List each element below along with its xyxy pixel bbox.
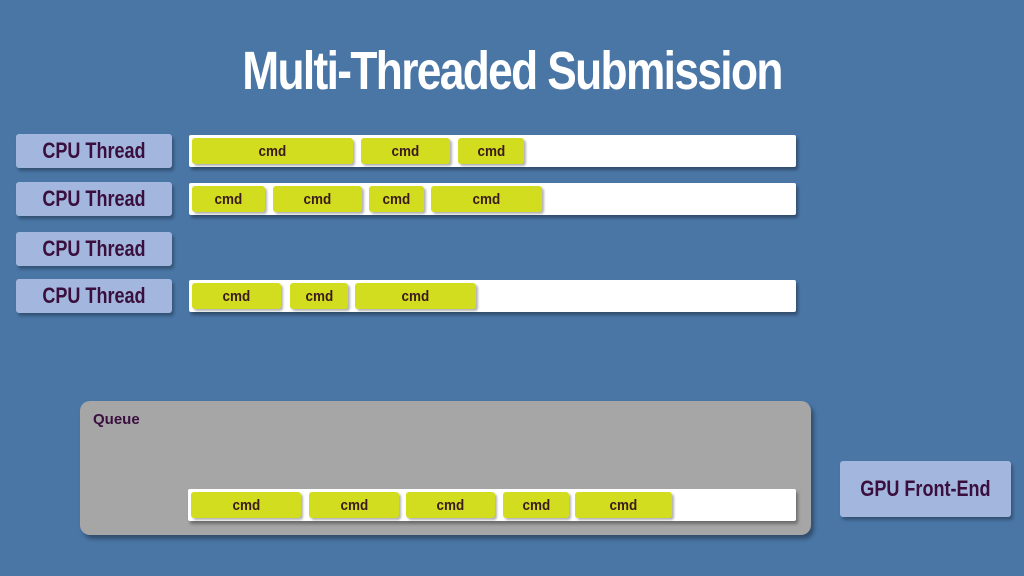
cpu-thread-label: CPU Thread — [16, 182, 172, 216]
cmd-block: cmd — [309, 492, 399, 518]
cmd-block: cmd — [290, 283, 348, 309]
queue-label: Queue — [93, 411, 140, 428]
gpu-front-end-box: GPU Front-End — [840, 461, 1011, 517]
command-buffer-track: cmd cmd cmd — [189, 135, 796, 167]
cmd-block: cmd — [575, 492, 672, 518]
cpu-thread-label: CPU Thread — [16, 134, 172, 168]
slide-title: Multi-Threaded Submission — [242, 41, 783, 101]
cmd-block: cmd — [192, 186, 265, 212]
cpu-thread-label: CPU Thread — [16, 279, 172, 313]
cmd-block: cmd — [355, 283, 476, 309]
cmd-label: cmd — [232, 496, 260, 514]
cpu-thread-label: CPU Thread — [16, 232, 172, 266]
cmd-block: cmd — [191, 492, 301, 518]
cpu-thread-label-text: CPU Thread — [42, 283, 146, 308]
cmd-label: cmd — [214, 190, 243, 208]
cmd-block: cmd — [192, 283, 281, 309]
cmd-block: cmd — [406, 492, 495, 518]
cmd-label: cmd — [436, 496, 465, 514]
cmd-label: cmd — [472, 190, 501, 208]
command-buffer-track: cmd cmd cmd cmd — [189, 183, 796, 215]
cmd-block: cmd — [431, 186, 542, 212]
cmd-label: cmd — [477, 142, 505, 160]
cpu-thread-label-text: CPU Thread — [42, 236, 146, 261]
command-buffer-track: cmd cmd cmd — [189, 280, 796, 312]
cmd-block: cmd — [273, 186, 362, 212]
cmd-label: cmd — [258, 142, 287, 160]
cmd-label: cmd — [609, 496, 638, 514]
cmd-block: cmd — [369, 186, 424, 212]
queue-panel: Queue cmd cmd cmd cmd cmd — [80, 401, 811, 535]
cmd-label: cmd — [303, 190, 332, 208]
cmd-label: cmd — [305, 287, 333, 305]
cmd-block: cmd — [192, 138, 353, 164]
cmd-label: cmd — [382, 190, 411, 208]
cpu-thread-label-text: CPU Thread — [42, 138, 146, 163]
cmd-label: cmd — [401, 287, 430, 305]
cmd-label: cmd — [522, 496, 550, 514]
queue-track: cmd cmd cmd cmd cmd — [188, 489, 796, 521]
cmd-label: cmd — [222, 287, 251, 305]
cmd-block: cmd — [361, 138, 450, 164]
cmd-block: cmd — [503, 492, 569, 518]
cmd-label: cmd — [340, 496, 368, 514]
cpu-thread-label-text: CPU Thread — [42, 186, 146, 211]
cmd-label: cmd — [391, 142, 420, 160]
gpu-front-end-label: GPU Front-End — [860, 476, 991, 501]
cmd-block: cmd — [458, 138, 524, 164]
